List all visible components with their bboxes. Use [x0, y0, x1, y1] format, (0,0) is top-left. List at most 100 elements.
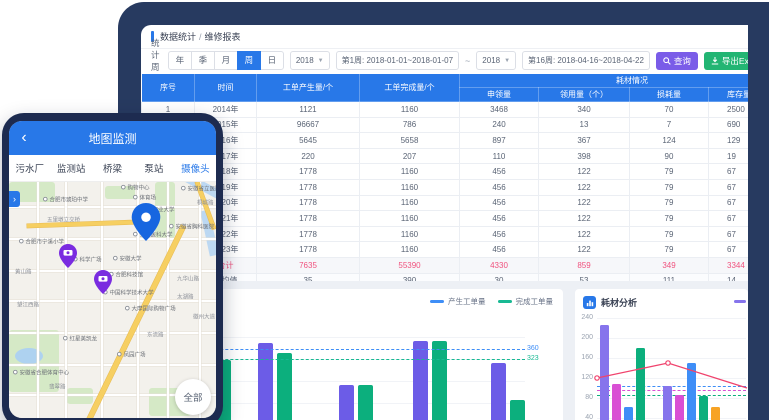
- table-cell: 456: [460, 211, 539, 227]
- tab-泵站[interactable]: 泵站: [133, 161, 174, 175]
- table-cell: 19: [709, 148, 749, 164]
- table-row: 62019年177811604561227967: [142, 179, 749, 195]
- show-all-button[interactable]: 全部: [175, 379, 211, 415]
- map-label-text: 购物中心: [127, 183, 149, 191]
- phone-map[interactable]: › 全部 购物中心合肥市琥珀中学体育场安徽农业大学安徽省立医院桐城路五里墩立交桥…: [9, 182, 216, 418]
- map-label: 合肥科技馆: [109, 270, 143, 278]
- table-cell: 456: [460, 179, 539, 195]
- table-row: 32016年56455658897367124129: [142, 133, 749, 149]
- table-cell: 79: [630, 179, 709, 195]
- y-axis-tick: 160: [577, 354, 593, 361]
- period-option-日[interactable]: 日: [260, 51, 284, 70]
- tab-摄像头[interactable]: 摄像头: [175, 161, 216, 175]
- map-label-text: 合肥科技馆: [115, 270, 143, 278]
- start-week-select[interactable]: 第1周: 2018-01-01~2018-01-07: [336, 51, 459, 70]
- table-cell: 456: [460, 242, 539, 258]
- map-label-text: 体育场: [139, 193, 156, 201]
- y-axis-tick: 240: [577, 314, 593, 321]
- workorder-bar: [358, 385, 373, 420]
- table-cell: 96667: [257, 117, 360, 133]
- end-year-select[interactable]: 2018 ▼: [476, 51, 516, 70]
- table-subheader: 申领量: [460, 88, 539, 102]
- search-button[interactable]: 查询: [656, 52, 698, 70]
- map-label-text: 翡翠路: [49, 382, 66, 390]
- workorder-bar: [413, 341, 428, 420]
- table-row: 52018年177811604561227967: [142, 164, 749, 180]
- period-option-季[interactable]: 季: [191, 51, 215, 70]
- map-label-text: 安徽省立医院: [187, 184, 216, 192]
- map-label-text: 五里墩立交桥: [47, 215, 80, 223]
- map-label-text: 中国科学技术大学: [109, 288, 153, 296]
- map-label-text: 望江西路: [17, 300, 39, 308]
- map-label: 九华山路: [177, 274, 199, 282]
- map-label-text: 科学广场: [79, 255, 101, 263]
- map-label: 太湖路: [177, 292, 194, 300]
- table-cell: 67: [709, 195, 749, 211]
- report-table: 序号 时间 工单产生量/个 工单完成量/个 耗材情况 申领量领用量（个）损耗量库…: [141, 73, 748, 289]
- download-icon: [711, 57, 719, 65]
- table-cell: 79: [630, 164, 709, 180]
- period-option-月[interactable]: 月: [214, 51, 238, 70]
- table-cell: 129: [709, 133, 749, 149]
- table-cell: 122: [539, 164, 630, 180]
- table-cell: 67: [709, 211, 749, 227]
- table-header: 序号 时间 工单产生量/个 工单完成量/个 耗材情况 申领量领用量（个）损耗量库…: [142, 74, 749, 102]
- map-label: 安徽省立医院: [181, 184, 216, 192]
- table-row-total: 合计76355539043308593493344: [142, 257, 749, 273]
- table-cell: 70: [630, 102, 709, 118]
- tab-污水厂[interactable]: 污水厂: [9, 161, 50, 175]
- legend-item[interactable]: 完成工单量: [498, 296, 554, 307]
- col-seq: 序号: [142, 74, 195, 102]
- map-label: 合肥市琥珀中学: [43, 195, 88, 203]
- legend-label: 完成工单量: [516, 296, 554, 307]
- export-button-label: 导出Excel: [722, 55, 748, 67]
- workorder-bar: [432, 341, 447, 420]
- poi-dot-icon: [169, 224, 174, 229]
- map-label: 东流路: [147, 330, 164, 338]
- table-cell: 79: [630, 242, 709, 258]
- table-cell: 1778: [257, 211, 360, 227]
- map-label-text: 安徽省合肥体育中心: [19, 368, 69, 376]
- y-axis-tick: 80: [577, 394, 593, 401]
- table-cell: 398: [539, 148, 630, 164]
- camera-pin[interactable]: [58, 243, 78, 269]
- table-cell: 122: [539, 242, 630, 258]
- table-cell: 456: [460, 164, 539, 180]
- map-label: 徽州大道: [193, 312, 215, 320]
- range-separator: ~: [465, 56, 470, 66]
- table-cell: 220: [257, 148, 360, 164]
- y-axis-tick: 200: [577, 334, 593, 341]
- map-label-text: 红星美凯龙: [69, 334, 97, 342]
- legend-swatch-cut[interactable]: [734, 300, 746, 303]
- tab-桥梁[interactable]: 桥梁: [92, 161, 133, 175]
- table-cell: 1121: [257, 102, 360, 118]
- table-cell: 3344: [709, 257, 749, 273]
- end-week-select[interactable]: 第16周: 2018-04-16~2018-04-22: [522, 51, 650, 70]
- export-excel-button[interactable]: 导出Excel: [704, 52, 748, 70]
- y-axis-tick: 120: [577, 374, 593, 381]
- table-cell: 1778: [257, 195, 360, 211]
- tab-监测站[interactable]: 监测站: [50, 161, 91, 175]
- period-option-周[interactable]: 周: [237, 51, 261, 70]
- map-expand-button[interactable]: ›: [9, 191, 20, 207]
- table-row: 102023年177811604561227967: [142, 242, 749, 258]
- map-label: 安徽省合肥体育中心: [13, 368, 69, 376]
- breadcrumb-section[interactable]: 数据统计: [160, 30, 196, 43]
- back-button[interactable]: ‹: [9, 121, 39, 155]
- table-cell: 124: [630, 133, 709, 149]
- markline-label: 323: [527, 355, 557, 362]
- legend-item[interactable]: 产生工单量: [430, 296, 486, 307]
- map-label-text: 安徽省胸科医院: [175, 222, 214, 230]
- table-cell: 90: [630, 148, 709, 164]
- table-cell: 1160: [360, 226, 460, 242]
- dashboard-panel: 数据统计 / 维修报表 统计周期: 年季月周日 2018 ▼ 第1周: 2018…: [141, 25, 748, 420]
- map-label-text: 桐城路: [197, 198, 214, 206]
- period-option-年[interactable]: 年: [168, 51, 192, 70]
- phone-page-title: 地图监测: [39, 130, 186, 147]
- poi-dot-icon: [181, 186, 186, 191]
- camera-pin[interactable]: [93, 269, 113, 295]
- search-button-label: 查询: [674, 55, 691, 67]
- start-year-select[interactable]: 2018 ▼: [290, 51, 330, 70]
- selected-location-pin[interactable]: [129, 202, 163, 242]
- table-cell: 1778: [257, 226, 360, 242]
